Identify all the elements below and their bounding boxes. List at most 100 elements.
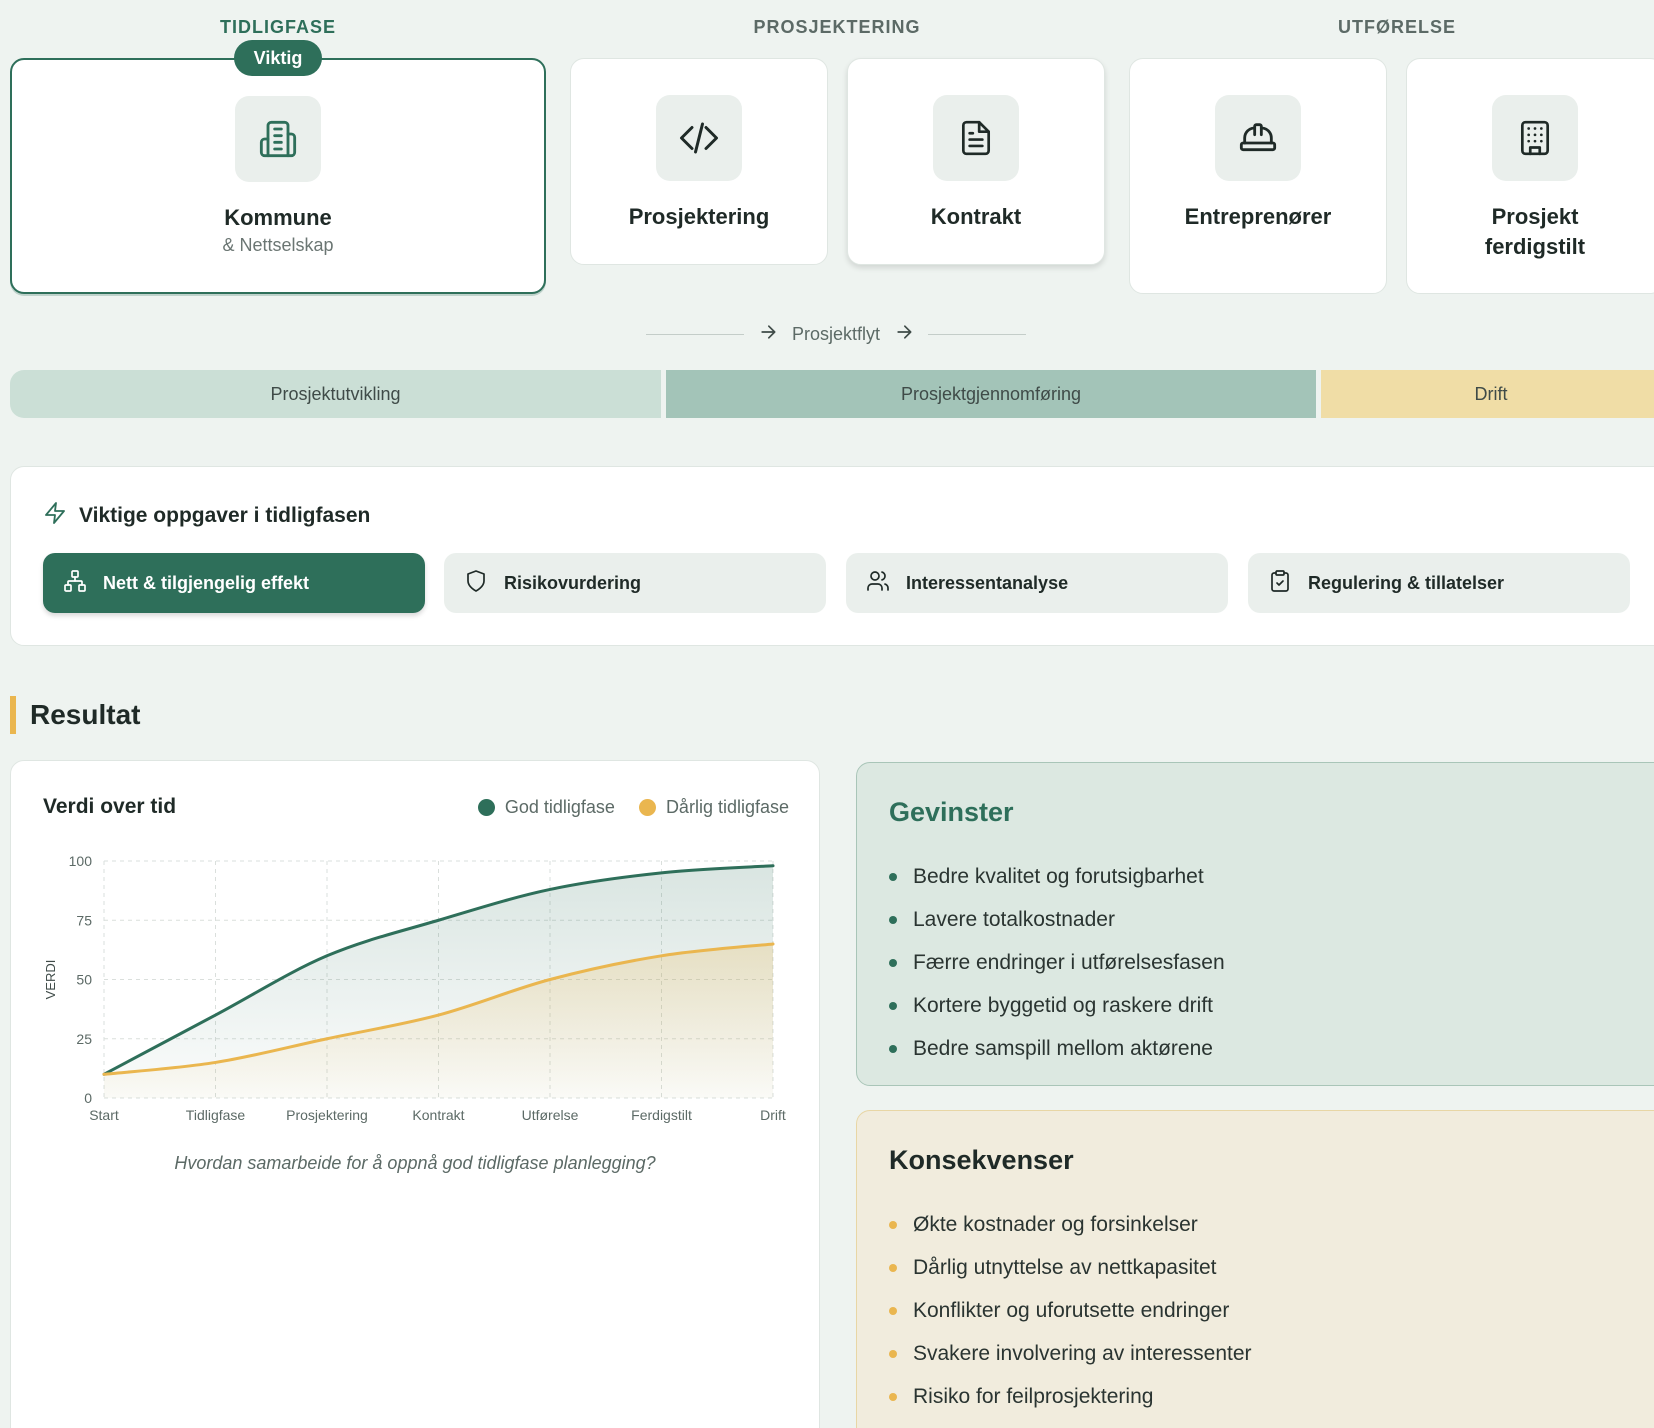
consequences-title: Konsekvenser: [889, 1145, 1074, 1175]
x-tick-label: Ferdigstilt: [631, 1107, 692, 1123]
consequence-text: Konflikter og uforutsette endringer: [913, 1298, 1230, 1322]
gain-text: Kortere byggetid og raskere drift: [913, 993, 1213, 1017]
y-tick-label: 75: [76, 912, 92, 928]
card-prosjektering[interactable]: Prosjektering: [570, 58, 828, 265]
phase-bar-drift: Drift: [1321, 370, 1654, 418]
task-nett-effekt-button[interactable]: Nett & tilgjengelig effekt: [43, 553, 425, 613]
bullet-icon: [889, 915, 897, 924]
y-tick-label: 50: [76, 972, 92, 988]
bullet-icon: [889, 1263, 897, 1272]
card-title: Entreprenører: [1184, 204, 1332, 229]
list-item: Konflikter og uforutsette endringer: [889, 1289, 1252, 1332]
x-tick-label: Start: [89, 1107, 119, 1123]
task-label: Interessentanalyse: [906, 572, 1069, 593]
important-badge: Viktig: [234, 40, 322, 76]
legend-item-good: God tidligfase: [477, 797, 615, 818]
consequences-panel: Konsekvenser Økte kostnader og forsinkel…: [856, 1110, 1654, 1428]
list-item: Kortere byggetid og raskere drift: [889, 984, 1225, 1027]
project-flow: Prosjektflyt: [640, 320, 1032, 348]
consequence-text: Risiko for feilprosjektering: [913, 1384, 1154, 1408]
document-icon: [933, 95, 1019, 181]
task-regulering-button[interactable]: Regulering & tillatelser: [1248, 553, 1630, 613]
task-label: Nett & tilgjengelig effekt: [103, 572, 310, 593]
list-item: Risiko for feilprosjektering: [889, 1375, 1252, 1418]
y-tick-label: 25: [76, 1031, 92, 1047]
consequence-text: Økte kostnader og forsinkelser: [913, 1212, 1198, 1236]
phase-label-utforelse: UTFØRELSE: [1337, 17, 1456, 37]
x-tick-label: Tidligfase: [186, 1107, 246, 1123]
bullet-icon: [889, 1044, 897, 1053]
flow-line-right: [928, 333, 1027, 335]
building-icon: [235, 96, 321, 182]
bullet-icon: [889, 1001, 897, 1010]
card-entreprenorer[interactable]: Entreprenører: [1129, 58, 1387, 294]
flow-label: Prosjektflyt: [791, 323, 881, 344]
bullet-icon: [889, 1349, 897, 1358]
gain-text: Færre endringer i utførelsesfasen: [913, 950, 1225, 974]
consequence-text: Svakere involvering av interessenter: [913, 1341, 1252, 1365]
chart-legend: God tidligfase Dårlig tidligfase: [477, 797, 789, 818]
bullet-icon: [889, 872, 897, 881]
tasks-panel: Viktige oppgaver i tidligfasen Nett & ti…: [10, 466, 1654, 646]
chart-title: Verdi over tid: [43, 795, 177, 818]
y-tick-label: 0: [84, 1090, 92, 1106]
x-tick-label: Prosjektering: [286, 1107, 368, 1123]
y-axis-label: VERDI: [43, 960, 58, 1000]
value-over-time-chart: 0 25 50 75 100 Start Tidligfase Prosjektering Ko…: [43, 853, 786, 1123]
legend-label: Dårlig tidligfase: [665, 797, 789, 817]
arrow-right-icon: [894, 322, 914, 347]
y-tick-label: 100: [69, 853, 93, 869]
gains-list: Bedre kvalitet og forutsigbarhet Lavere …: [889, 855, 1225, 1070]
list-item: Svakere involvering av interessenter: [889, 1332, 1252, 1375]
office-building-icon: [1492, 95, 1578, 181]
gain-text: Bedre kvalitet og forutsigbarhet: [913, 864, 1204, 888]
x-tick-label: Utførelse: [522, 1107, 579, 1123]
phase-label-tidligfase: TIDLIGFASE: [219, 17, 336, 37]
network-icon: [63, 569, 87, 598]
chart-card: Verdi over tid God tidligfase Dårlig tid…: [10, 760, 820, 1428]
task-interessentanalyse-button[interactable]: Interessentanalyse: [846, 553, 1228, 613]
users-icon: [866, 569, 890, 598]
card-title: Kommune: [224, 205, 332, 230]
x-tick-label: Drift: [760, 1107, 786, 1123]
legend-dot-bad: [638, 799, 656, 816]
consequence-text: Dårlig utnyttelse av nettkapasitet: [913, 1255, 1217, 1279]
list-item: Lavere totalkostnader: [889, 898, 1225, 941]
tasks-title: Viktige oppgaver i tidligfasen: [79, 504, 371, 527]
card-prosjekt-ferdigstilt[interactable]: Prosjekt ferdigstilt: [1406, 58, 1654, 294]
legend-label: God tidligfase: [504, 797, 615, 817]
task-risikovurdering-button[interactable]: Risikovurdering: [444, 553, 826, 613]
card-title: Prosjekt ferdigstilt: [1484, 204, 1586, 259]
consequences-list: Økte kostnader og forsinkelser Dårlig ut…: [889, 1203, 1252, 1418]
result-title: Resultat: [10, 696, 140, 734]
bullet-icon: [889, 958, 897, 967]
gain-text: Lavere totalkostnader: [913, 907, 1115, 931]
arrow-right-icon: [758, 322, 778, 347]
clipboard-check-icon: [1268, 569, 1292, 598]
card-kontrakt[interactable]: Kontrakt: [847, 58, 1105, 265]
phase-bar-prosjektutvikling: Prosjektutvikling: [10, 370, 661, 418]
card-subtitle: & Nettselskap: [222, 235, 334, 255]
task-label: Risikovurdering: [504, 572, 642, 593]
bullet-icon: [889, 1392, 897, 1401]
shield-icon: [464, 569, 488, 598]
legend-dot-good: [477, 799, 495, 816]
list-item: Bedre samspill mellom aktørene: [889, 1027, 1225, 1070]
list-item: Dårlig utnyttelse av nettkapasitet: [889, 1246, 1252, 1289]
list-item: Bedre kvalitet og forutsigbarhet: [889, 855, 1225, 898]
card-title: Kontrakt: [930, 204, 1022, 229]
gains-title: Gevinster: [889, 797, 1014, 827]
chart-caption: Hvordan samarbeide for å oppnå god tidli…: [174, 1153, 656, 1173]
gain-text: Bedre samspill mellom aktørene: [913, 1036, 1213, 1060]
phase-label-prosjektering: PROSJEKTERING: [753, 17, 921, 37]
lightning-icon: [43, 501, 67, 531]
list-item: Økte kostnader og forsinkelser: [889, 1203, 1252, 1246]
hard-hat-icon: [1215, 95, 1301, 181]
flow-line-left: [645, 333, 744, 335]
tasks-heading: Viktige oppgaver i tidligfasen: [43, 501, 370, 531]
gains-panel: Gevinster Bedre kvalitet og forutsigbarh…: [856, 762, 1654, 1086]
list-item: Færre endringer i utførelsesfasen: [889, 941, 1225, 984]
task-label: Regulering & tillatelser: [1308, 572, 1505, 593]
phase-bar-prosjektgjennomforing: Prosjektgjennomføring: [666, 370, 1316, 418]
card-kommune[interactable]: Kommune & Nettselskap: [10, 58, 546, 294]
